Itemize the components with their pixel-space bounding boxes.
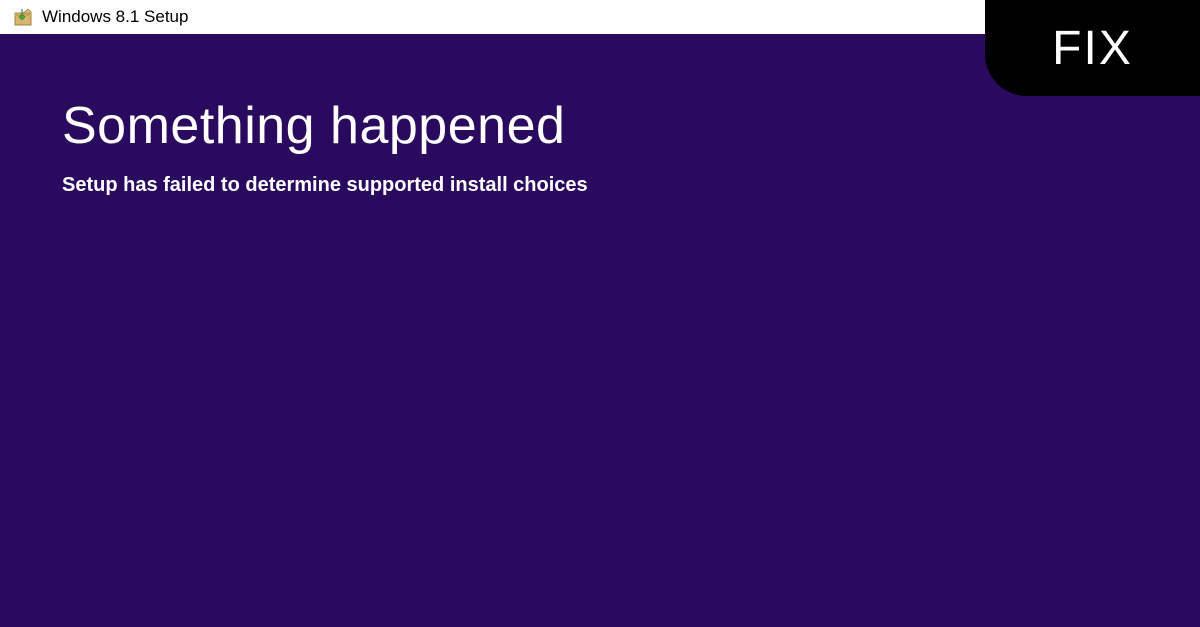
fix-badge: FIX <box>985 0 1200 96</box>
fix-badge-label: FIX <box>1052 21 1133 76</box>
error-message: Setup has failed to determine supported … <box>62 174 1200 197</box>
setup-error-panel: Something happened Setup has failed to d… <box>0 34 1200 627</box>
window-title: Windows 8.1 Setup <box>42 7 188 27</box>
setup-box-icon <box>14 8 32 26</box>
error-heading: Something happened <box>62 96 1200 156</box>
